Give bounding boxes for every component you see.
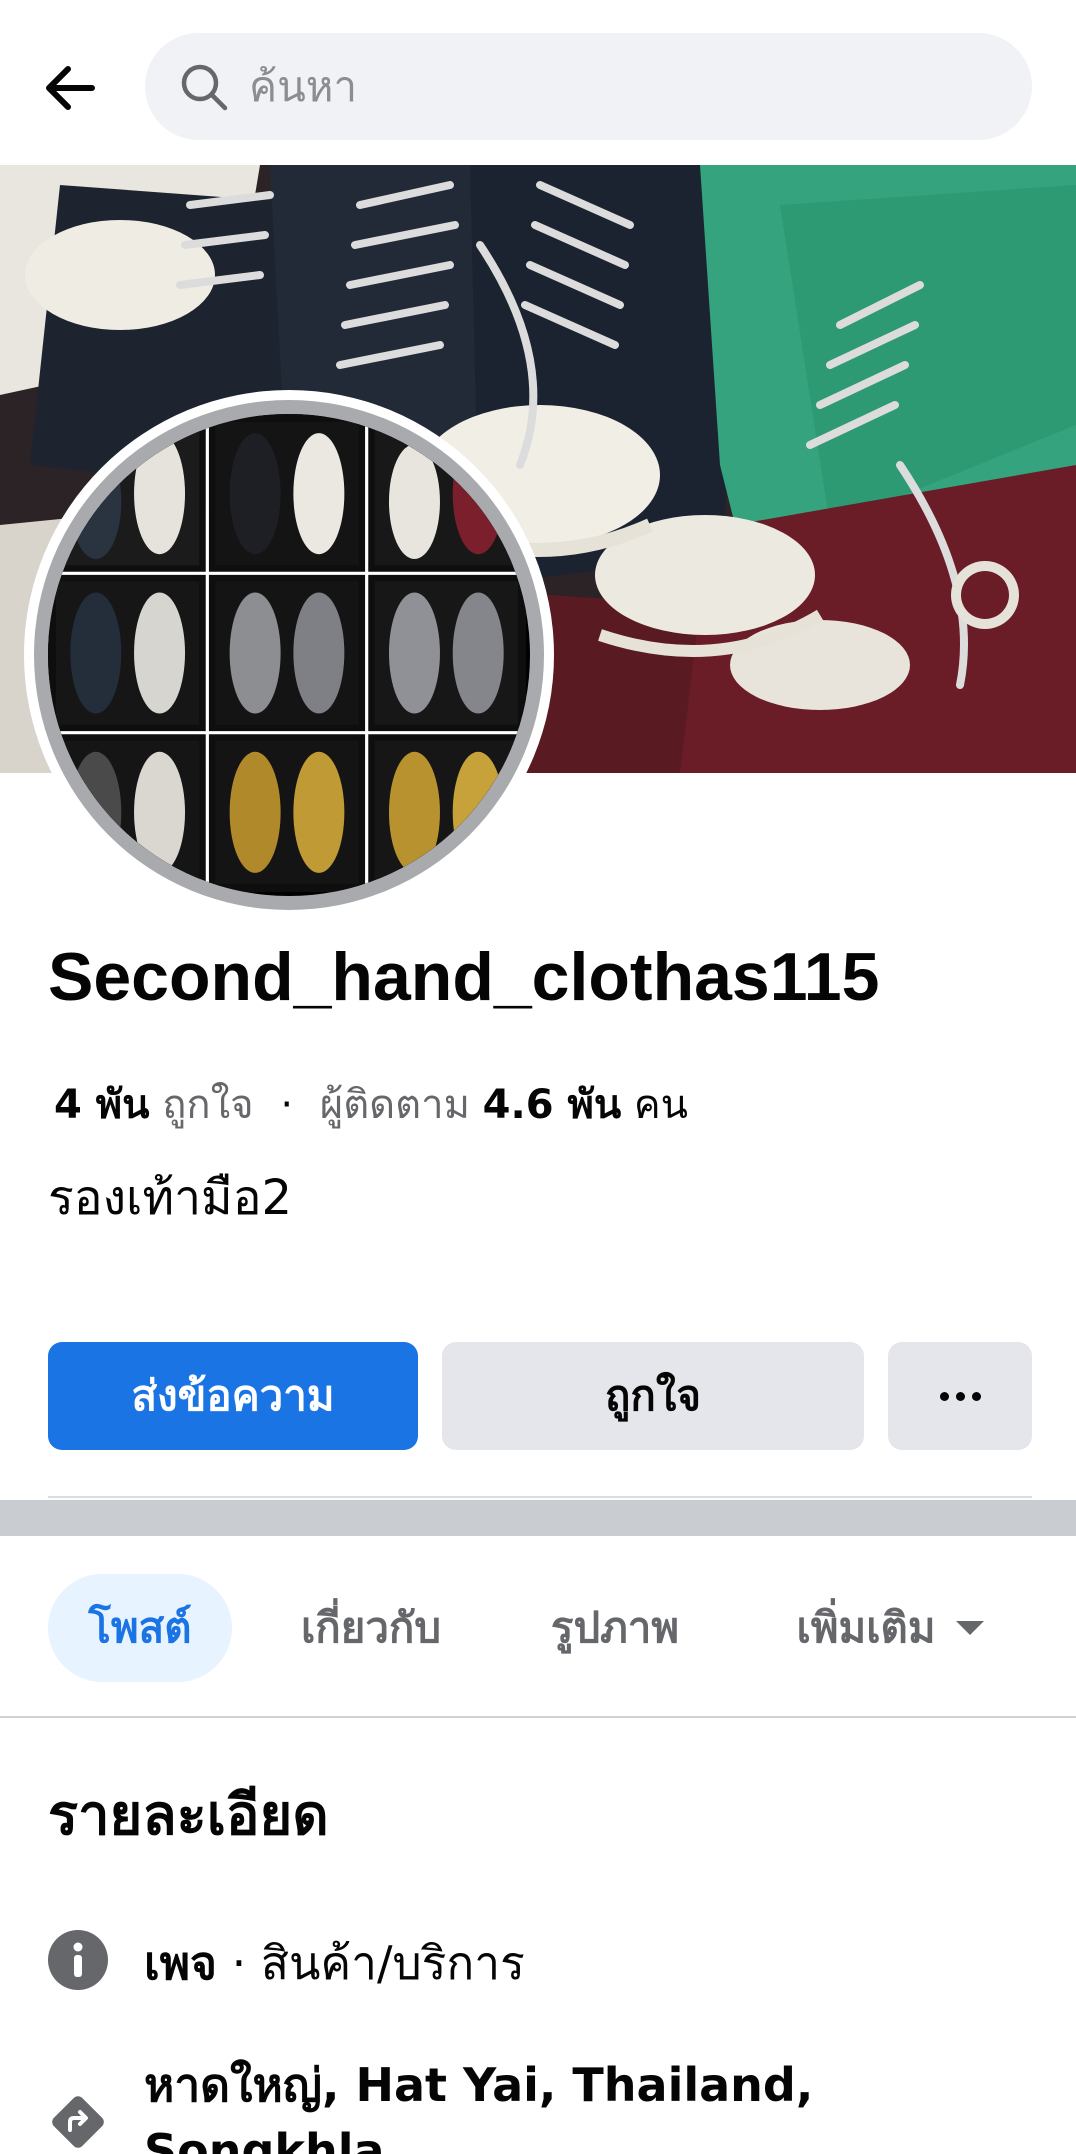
tab-about[interactable]: เกี่ยวกับ [276,1574,466,1682]
details-heading: รายละเอียด [48,1783,329,1848]
followers-count: 4.6 พัน [482,1082,622,1128]
profile-image [48,414,530,896]
likes-count: 4 พัน [54,1082,150,1128]
followers-label: ผู้ติดตาม [319,1082,470,1128]
search-bar[interactable] [145,33,1032,140]
page-type-label: เพจ [144,1936,217,1990]
detail-address[interactable]: หาดใหญ่, Hat Yai, Thailand, Songkhla [48,2052,904,2154]
more-dots-icon [939,1391,981,1401]
page-category: · สินค้า/บริการ [217,1936,525,1990]
directions-icon [48,2092,108,2152]
tab-more[interactable]: เพิ่มเติม [770,1574,1010,1682]
followers-unit: คน [633,1082,688,1128]
section-separator [0,1500,1076,1536]
tab-posts[interactable]: โพสต์ [48,1574,232,1682]
more-options-button[interactable] [888,1342,1032,1450]
tabs-divider [0,1716,1076,1718]
tab-photos[interactable]: รูปภาพ [520,1574,710,1682]
likes-label: ถูกใจ [162,1082,254,1128]
address-text: หาดใหญ่, Hat Yai, Thailand, Songkhla [144,2058,814,2154]
divider [48,1496,1032,1498]
caret-down-icon [955,1621,984,1635]
search-icon [177,60,231,114]
tab-more-label: เพิ่มเติม [796,1603,936,1652]
search-input[interactable] [249,62,949,111]
back-button[interactable] [30,48,110,128]
send-message-button[interactable]: ส่งข้อความ [48,1342,418,1450]
top-bar [0,0,1076,165]
page-stats: 4 พัน ถูกใจ · ผู้ติดตาม 4.6 พัน คน [54,1072,688,1136]
back-arrow-icon [46,66,95,110]
profile-picture[interactable] [24,390,554,920]
tab-bar: โพสต์ เกี่ยวกับ รูปภาพ เพิ่มเติม [0,1536,1076,1718]
info-icon [48,1930,108,1990]
detail-page-type: เพจ · สินค้า/บริการ [48,1930,525,1996]
like-button[interactable]: ถูกใจ [442,1342,864,1450]
page-description: รองเท้ามือ2 [48,1170,293,1226]
stats-separator: · [280,1082,294,1128]
page-title: Second_hand_clothas115 [48,939,880,1015]
